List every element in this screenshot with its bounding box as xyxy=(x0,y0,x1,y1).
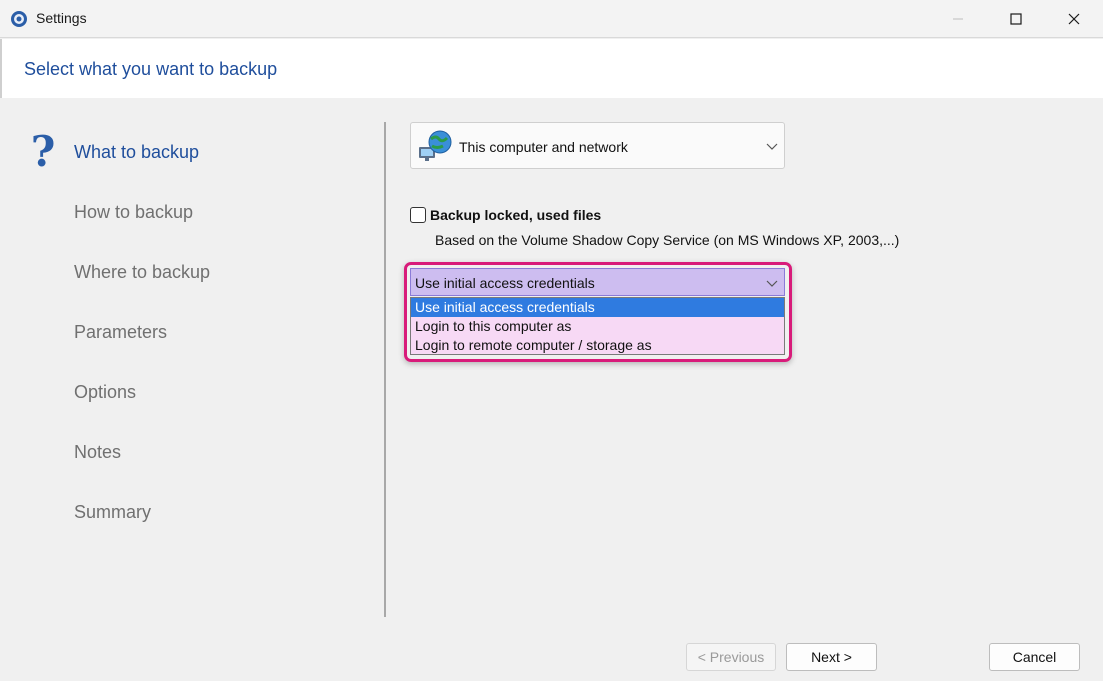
source-selected-value: This computer and network xyxy=(459,139,628,155)
credentials-dropdown-list: Use initial access credentials Login to … xyxy=(410,297,785,355)
next-button[interactable]: Next > xyxy=(786,643,877,671)
nav-item-parameters[interactable]: Parameters xyxy=(74,322,167,343)
nav-item-what-to-backup[interactable]: What to backup xyxy=(74,142,199,163)
close-icon xyxy=(1068,13,1080,25)
nav-item-notes[interactable]: Notes xyxy=(74,442,121,463)
credentials-selected-value: Use initial access credentials xyxy=(415,275,595,291)
question-mark-icon: ? xyxy=(31,130,56,172)
backup-locked-files-checkbox[interactable] xyxy=(410,207,426,223)
title-bar: Settings xyxy=(0,0,1103,38)
minimize-icon xyxy=(953,18,963,20)
backup-locked-files-label[interactable]: Backup locked, used files xyxy=(430,207,601,223)
previous-button[interactable]: < Previous xyxy=(686,643,776,671)
close-button[interactable] xyxy=(1045,0,1103,38)
nav-item-options[interactable]: Options xyxy=(74,382,136,403)
maximize-icon xyxy=(1010,13,1022,25)
nav-item-summary[interactable]: Summary xyxy=(74,502,151,523)
page-header: Select what you want to backup xyxy=(0,39,1103,98)
network-globe-icon xyxy=(419,130,452,161)
chevron-down-icon xyxy=(766,280,778,287)
page-title: Select what you want to backup xyxy=(24,59,278,79)
cancel-button[interactable]: Cancel xyxy=(989,643,1080,671)
source-select[interactable]: This computer and network xyxy=(410,122,785,169)
svg-text:?: ? xyxy=(31,130,56,172)
chevron-down-icon xyxy=(766,143,778,150)
nav-item-where-to-backup[interactable]: Where to backup xyxy=(74,262,210,283)
dropdown-option-login-remote-computer[interactable]: Login to remote computer / storage as xyxy=(411,336,784,355)
minimize-button[interactable] xyxy=(929,0,987,38)
maximize-button[interactable] xyxy=(987,0,1045,38)
app-icon xyxy=(11,11,27,27)
credentials-select[interactable]: Use initial access credentials xyxy=(410,268,785,296)
backup-locked-files-description: Based on the Volume Shadow Copy Service … xyxy=(435,232,900,248)
vertical-divider xyxy=(384,122,386,617)
window-title: Settings xyxy=(36,10,87,26)
dropdown-option-login-this-computer[interactable]: Login to this computer as xyxy=(411,317,784,336)
nav-item-how-to-backup[interactable]: How to backup xyxy=(74,202,193,223)
dropdown-option-initial-credentials[interactable]: Use initial access credentials xyxy=(411,298,784,317)
